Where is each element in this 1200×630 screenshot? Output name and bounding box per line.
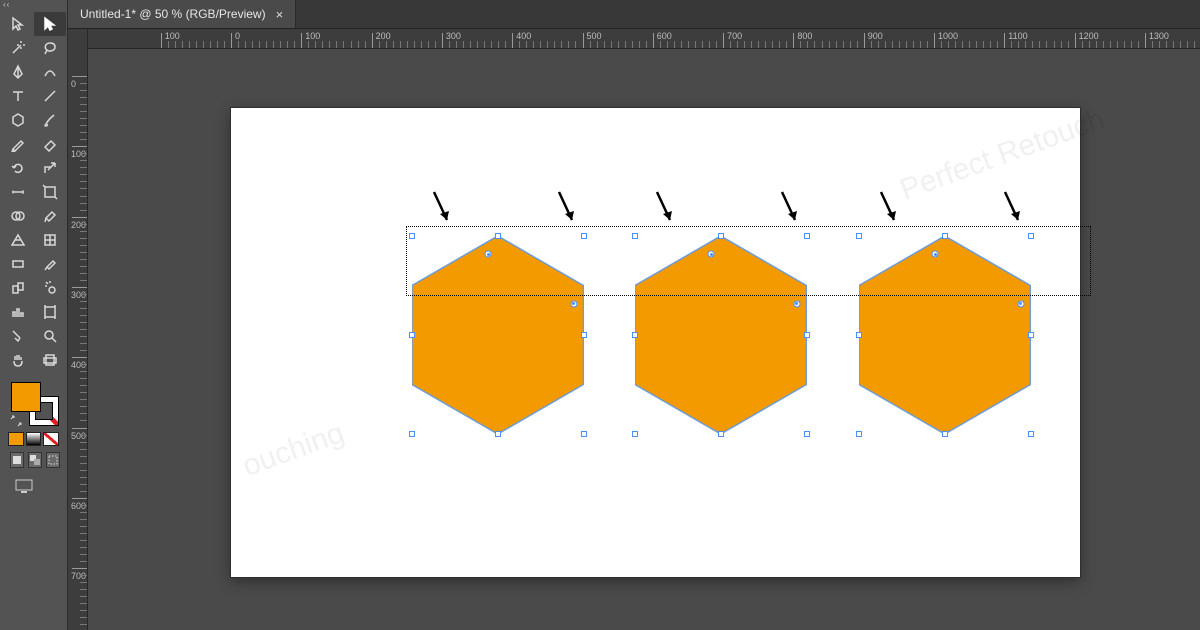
annotation-arrow: [653, 190, 677, 230]
print-tiling-tool[interactable]: [34, 348, 66, 372]
color-swatch-area: [0, 374, 67, 500]
paintbrush-tool[interactable]: [34, 108, 66, 132]
hand-tool[interactable]: [2, 348, 34, 372]
screen-mode-button[interactable]: [10, 476, 38, 496]
selection-handle[interactable]: [581, 431, 587, 437]
selection-handle[interactable]: [495, 431, 501, 437]
drawing-mode-row: [4, 452, 63, 476]
annotation-arrow: [1001, 190, 1025, 230]
selection-marquee: [406, 226, 1091, 296]
fill-mode-gradient[interactable]: [26, 432, 42, 446]
curvature-tool[interactable]: [34, 60, 66, 84]
document-tabbar: Untitled-1* @ 50 % (RGB/Preview) ×: [68, 0, 1200, 29]
tool-grid: [0, 10, 67, 374]
watermark-text: ouching: [238, 416, 348, 484]
lasso-tool[interactable]: [34, 36, 66, 60]
live-corner-widget[interactable]: [570, 300, 577, 307]
magic-wand-tool[interactable]: [2, 36, 34, 60]
selection-handle[interactable]: [804, 332, 810, 338]
type-tool[interactable]: [2, 84, 34, 108]
swap-fill-stroke-icon[interactable]: [10, 414, 22, 426]
rectangle-tool[interactable]: [2, 108, 34, 132]
selection-handle[interactable]: [632, 431, 638, 437]
selection-handle[interactable]: [581, 332, 587, 338]
draw-inside[interactable]: [46, 452, 60, 468]
fill-swatch[interactable]: [11, 382, 41, 412]
selection-handle[interactable]: [942, 431, 948, 437]
line-segment-tool[interactable]: [34, 84, 66, 108]
live-corner-widget[interactable]: [793, 300, 800, 307]
shape-builder-tool[interactable]: [2, 204, 34, 228]
draw-normal[interactable]: [10, 452, 24, 468]
annotation-arrow: [555, 190, 579, 230]
direct-selection-tool[interactable]: [34, 12, 66, 36]
slice-tool[interactable]: [2, 324, 34, 348]
draw-behind[interactable]: [28, 452, 42, 468]
selection-tool[interactable]: [2, 12, 34, 36]
column-graph-tool[interactable]: [2, 300, 34, 324]
selection-handle[interactable]: [856, 431, 862, 437]
gradient-tool[interactable]: [2, 252, 34, 276]
artboard-tool[interactable]: [34, 300, 66, 324]
fill-mode-color[interactable]: [8, 432, 24, 446]
document-area: Untitled-1* @ 50 % (RGB/Preview) × 10001…: [68, 0, 1200, 630]
blend-tool[interactable]: [2, 276, 34, 300]
annotation-arrow: [877, 190, 901, 230]
mesh-tool[interactable]: [34, 228, 66, 252]
perspective-grid-tool[interactable]: [2, 228, 34, 252]
panel-collapse-handle[interactable]: ‹‹: [0, 0, 67, 10]
live-corner-widget[interactable]: [1017, 300, 1024, 307]
live-paint-tool[interactable]: [34, 204, 66, 228]
tool-panel: ‹‹: [0, 0, 68, 630]
selection-handle[interactable]: [409, 431, 415, 437]
symbol-sprayer-tool[interactable]: [34, 276, 66, 300]
selection-handle[interactable]: [1028, 431, 1034, 437]
annotation-arrow: [430, 190, 454, 230]
shaper-tool[interactable]: [2, 132, 34, 156]
scale-tool[interactable]: [34, 156, 66, 180]
selection-handle[interactable]: [409, 332, 415, 338]
selection-handle[interactable]: [804, 431, 810, 437]
free-transform-tool[interactable]: [34, 180, 66, 204]
canvas-viewport[interactable]: Perfect Retouch ouching: [88, 49, 1200, 630]
fill-stroke-swatches[interactable]: [9, 380, 59, 426]
selection-handle[interactable]: [632, 332, 638, 338]
vertical-ruler[interactable]: 0100200300400500600700: [68, 29, 88, 630]
zoom-tool[interactable]: [34, 324, 66, 348]
selection-handle[interactable]: [718, 431, 724, 437]
fill-mode-none[interactable]: [43, 432, 59, 446]
horizontal-ruler[interactable]: 1000100200300400500600700800900100011001…: [88, 29, 1200, 49]
fill-mode-row: [4, 432, 63, 452]
rotate-tool[interactable]: [2, 156, 34, 180]
document-tab-title: Untitled-1* @ 50 % (RGB/Preview): [80, 7, 266, 21]
annotation-arrow: [778, 190, 802, 230]
selection-handle[interactable]: [1028, 332, 1034, 338]
pen-tool[interactable]: [2, 60, 34, 84]
eyedropper-tool[interactable]: [34, 252, 66, 276]
eraser-tool[interactable]: [34, 132, 66, 156]
width-tool[interactable]: [2, 180, 34, 204]
close-tab-icon[interactable]: ×: [276, 7, 284, 22]
selection-handle[interactable]: [856, 332, 862, 338]
document-tab[interactable]: Untitled-1* @ 50 % (RGB/Preview) ×: [68, 0, 296, 28]
artboard: Perfect Retouch ouching: [231, 108, 1080, 577]
